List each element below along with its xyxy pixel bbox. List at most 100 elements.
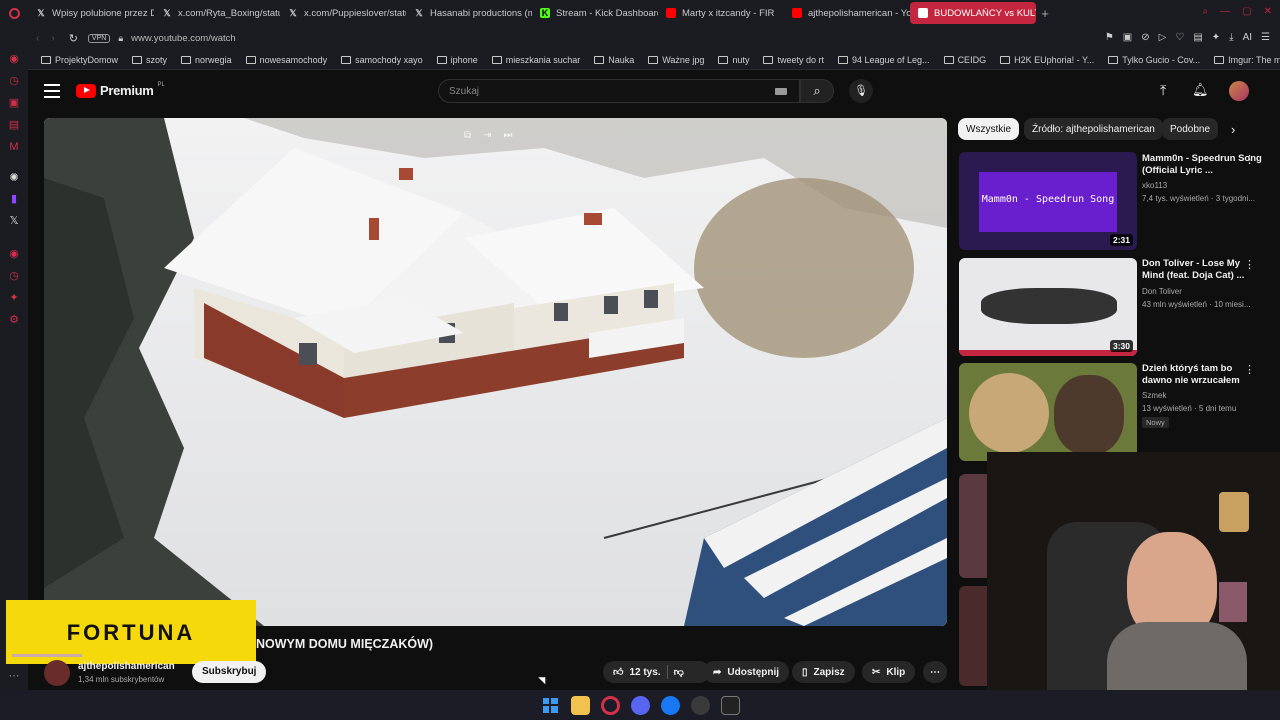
close-icon[interactable]: ✕ <box>1264 6 1272 17</box>
url-field[interactable]: www.youtube.com/watch <box>131 33 236 44</box>
facebook-icon[interactable] <box>660 695 680 715</box>
windows-start-icon[interactable] <box>541 696 560 715</box>
subscribe-button[interactable]: Subskrybuj <box>192 661 267 683</box>
file-explorer-icon[interactable] <box>570 695 590 715</box>
forward-icon[interactable]: › <box>51 33 54 44</box>
opera-taskbar-icon[interactable] <box>600 695 620 715</box>
more-sidebar-icon[interactable]: ⋯ <box>8 670 20 682</box>
keyboard-icon[interactable] <box>775 88 787 95</box>
extensions-icon[interactable]: ✦ <box>1212 32 1220 43</box>
wallet-sidebar-icon[interactable]: ▤ <box>8 119 20 131</box>
pinboard-icon[interactable]: ◉ <box>8 248 20 260</box>
adblock-icon[interactable]: ⊘ <box>1141 32 1149 43</box>
twitch-icon[interactable]: ▮ <box>8 193 20 205</box>
bookmark-item[interactable]: Imgur: The most a... <box>1207 55 1280 65</box>
search-tabs-icon[interactable]: ⌕ <box>1203 6 1209 17</box>
more-vert-icon[interactable]: ⋮ <box>1244 363 1255 376</box>
bookmark-item[interactable]: Nauka <box>587 55 641 65</box>
bookmark-item[interactable]: norwegia <box>174 55 239 65</box>
tab-3[interactable]: 𝕏 Hasanabi productions (me <box>406 2 532 24</box>
messenger-icon[interactable]: ◉ <box>8 53 20 65</box>
gmail-icon[interactable]: M <box>8 141 20 153</box>
vpn-badge[interactable]: VPN <box>87 33 111 43</box>
settings-icon[interactable]: ⚙ <box>8 314 20 326</box>
tab-2[interactable]: 𝕏x.com/Puppieslover/statu <box>280 2 406 24</box>
next-video-icon[interactable]: ⏭︎ <box>504 130 513 141</box>
menu-icon[interactable]: ☰ <box>1261 32 1270 43</box>
upload-icon[interactable]: ⤒ <box>1160 82 1166 99</box>
save-button[interactable]: ▯ Zapisz <box>792 661 855 683</box>
more-vert-icon[interactable]: ⋮ <box>1244 258 1255 271</box>
share-button[interactable]: ➦ Udostępnij <box>703 661 790 683</box>
tab-1[interactable]: 𝕏x.com/Ryta_Boxing/status <box>154 2 280 24</box>
like-count[interactable]: 12 tys. <box>629 667 660 678</box>
bookmark-item[interactable]: mieszkania suchar <box>485 55 588 65</box>
more-vert-icon[interactable]: ⋮ <box>1244 153 1255 166</box>
steam-icon[interactable] <box>690 695 710 715</box>
bookmark-item[interactable]: samochody xayo <box>334 55 430 65</box>
recommended-thumb-3[interactable] <box>959 363 1137 461</box>
avatar[interactable] <box>1229 81 1249 101</box>
guide-menu-icon[interactable] <box>44 84 60 98</box>
chip-all[interactable]: Wszystkie <box>958 118 1019 140</box>
recommended-channel-2[interactable]: Don Toliver <box>1142 287 1182 296</box>
chip-source[interactable]: Źródło: ajthepolishamerican <box>1024 118 1163 140</box>
channel-name[interactable]: ajthepolishamerican <box>78 661 175 672</box>
voice-search-button[interactable]: 🎙︎ <box>849 79 873 103</box>
heart-icon[interactable]: ♡ <box>1175 32 1184 43</box>
cast-icon[interactable]: ⇥ <box>483 130 491 141</box>
history-icon[interactable]: ◷ <box>8 75 20 87</box>
opera-logo-icon[interactable] <box>0 7 28 19</box>
more-actions-button[interactable]: ⋯ <box>923 661 947 683</box>
terminal-icon[interactable] <box>720 695 740 715</box>
tab-0[interactable]: 𝕏 Wpisy polubione przez Do <box>28 2 154 24</box>
chip-related[interactable]: Podobne <box>1162 118 1219 140</box>
bookmark-item[interactable]: H2K EUphoria! - Y... <box>993 55 1101 65</box>
tab-6[interactable]: ajthepolishamerican - You <box>784 2 910 24</box>
bookmark-item[interactable]: ProjektyDomow <box>34 55 125 65</box>
bookmark-item[interactable]: Tylko Gucio - Cov... <box>1101 55 1207 65</box>
bookmark-item[interactable]: 94 League of Leg... <box>831 55 937 65</box>
maximize-icon[interactable]: ▢ <box>1242 6 1251 17</box>
chevron-right-icon[interactable]: › <box>1231 122 1235 137</box>
tab-5[interactable]: Marty x itzcandy - FIR <box>658 2 784 24</box>
bookmark-item[interactable]: CEIDG <box>937 55 994 65</box>
discord-icon[interactable] <box>630 695 650 715</box>
bookmark-item[interactable]: nuty <box>711 55 756 65</box>
tab-active[interactable]: BUDOWLAŃCY vs KULTU <box>910 2 1036 24</box>
bookmark-item[interactable]: iphone <box>430 55 485 65</box>
reload-icon[interactable]: ↻ <box>69 32 78 45</box>
download-icon[interactable]: ⤓ <box>1229 32 1233 43</box>
bookmark-item[interactable]: szoty <box>125 55 174 65</box>
clip-button[interactable]: ✂︎ Klip <box>862 661 916 683</box>
youtube-premium-logo[interactable]: Premium PL <box>76 82 165 98</box>
channel-avatar[interactable] <box>44 660 70 686</box>
aria-ai-icon[interactable]: AI <box>1243 32 1252 43</box>
recommended-thumb-5[interactable] <box>959 586 989 686</box>
dislike-icon[interactable]: 👎︎ <box>674 666 684 678</box>
chatgpt-icon[interactable]: ✺ <box>8 172 20 184</box>
x-sidebar-icon[interactable]: 𝕏 <box>8 215 20 227</box>
bookmark-icon[interactable]: ⚑ <box>1105 32 1114 43</box>
extensions-sidebar-icon[interactable]: ✦ <box>8 292 20 304</box>
recommended-thumb-1[interactable]: Mamm0n - Speedrun Song 2:31 <box>959 152 1137 250</box>
search-button[interactable]: ⌕ <box>800 79 834 103</box>
tab-4[interactable]: K Stream - Kick Dashboard <box>532 2 658 24</box>
clock-icon[interactable]: ◷ <box>8 270 20 282</box>
recommended-thumb-4[interactable] <box>959 474 989 578</box>
recommended-channel-3[interactable]: Szmek <box>1142 391 1166 400</box>
snapshot-icon[interactable]: ▣ <box>1123 32 1132 43</box>
like-icon[interactable]: 👍︎ <box>613 666 623 678</box>
lock-sidebar-icon[interactable]: ▣ <box>8 97 20 109</box>
miniplayer-icon[interactable]: ⧉ <box>464 130 471 141</box>
new-tab-icon[interactable]: + <box>1036 6 1054 21</box>
recommended-channel-1[interactable]: xko113 <box>1142 181 1167 190</box>
wallet-icon[interactable]: ▤ <box>1193 32 1202 43</box>
notifications-icon[interactable]: 🔔︎ <box>1192 82 1209 98</box>
video-player[interactable]: ⧉ ⇥ ⏭︎ <box>44 118 947 626</box>
back-icon[interactable]: ‹ <box>36 33 39 44</box>
bookmark-item[interactable]: Ważne jpg <box>641 55 711 65</box>
minimize-icon[interactable]: — <box>1220 6 1230 17</box>
search-input[interactable]: Szukaj <box>438 79 800 103</box>
player-icon[interactable]: ▷ <box>1159 32 1167 43</box>
